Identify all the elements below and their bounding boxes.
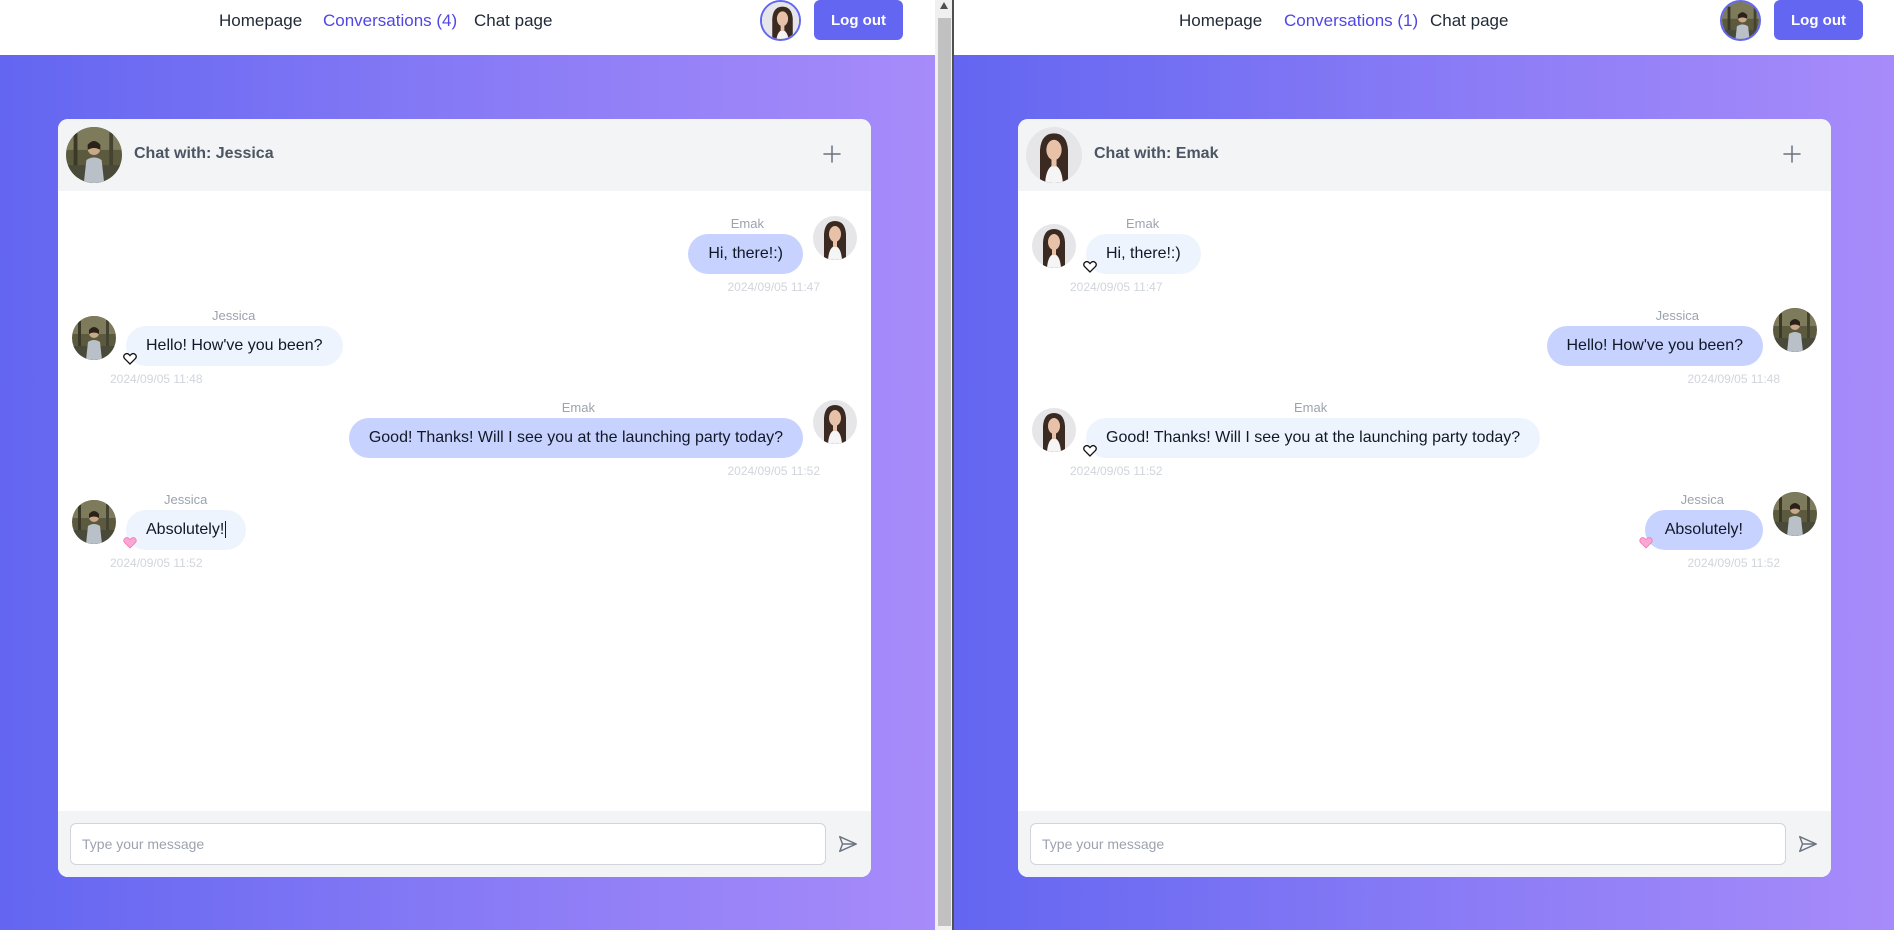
nav-conversations[interactable]: Conversations (1) — [1284, 10, 1418, 32]
send-icon[interactable] — [1797, 833, 1819, 855]
user-avatar[interactable] — [760, 0, 801, 41]
top-navbar: Homepage Conversations (1) Chat page Log… — [954, 0, 1894, 55]
nav-chat-page[interactable]: Chat page — [474, 10, 552, 32]
message-bubble: Absolutely! — [126, 510, 247, 550]
message-sender: Jessica — [1655, 308, 1699, 323]
message-timestamp: 2024/09/05 11:52 — [727, 464, 820, 478]
message-timestamp: 2024/09/05 11:47 — [727, 280, 820, 294]
top-navbar: Homepage Conversations (4) Chat page Log… — [0, 0, 935, 55]
chat-footer — [58, 811, 871, 877]
heart-icon[interactable] — [123, 352, 137, 365]
message-sender: Emak — [730, 216, 764, 231]
left-browser-pane: Homepage Conversations (4) Chat page Log… — [0, 0, 935, 930]
chat-footer — [1018, 811, 1831, 877]
message-bubble: Absolutely! — [1644, 510, 1763, 550]
chat-card: Chat with: Emak Emak Hi, there!:) 2024/0… — [1018, 119, 1831, 877]
chat-header: Chat with: Emak — [1018, 119, 1831, 191]
right-browser-pane: Homepage Conversations (1) Chat page Log… — [954, 0, 1894, 930]
message-avatar — [813, 400, 857, 444]
message-avatar — [72, 316, 116, 360]
message-sender: Jessica — [212, 308, 256, 323]
send-icon[interactable] — [837, 833, 859, 855]
user-avatar[interactable] — [1720, 0, 1761, 41]
message-sender: Emak — [561, 400, 595, 415]
chat-partner-avatar — [66, 127, 122, 183]
message-bubble: Good! Thanks! Will I see you at the laun… — [1086, 418, 1541, 458]
chat-partner-avatar — [1026, 127, 1082, 183]
message-bubble: Hello! How've you been? — [1546, 326, 1763, 366]
message-timestamp: 2024/09/05 11:52 — [1070, 464, 1163, 478]
message-bubble: Hi, there!:) — [1086, 234, 1201, 274]
message-avatar — [1773, 308, 1817, 352]
message-avatar — [813, 216, 857, 260]
scrollbar-thumb[interactable] — [938, 18, 951, 926]
scrollbar[interactable] — [935, 0, 954, 930]
logout-button[interactable]: Log out — [814, 0, 903, 40]
message-timestamp: 2024/09/05 11:52 — [110, 556, 203, 570]
message-avatar — [72, 500, 116, 544]
message-timestamp: 2024/09/05 11:48 — [110, 372, 203, 386]
plus-icon[interactable] — [821, 143, 843, 165]
message-avatar — [1032, 224, 1076, 268]
chat-title: Chat with: Emak — [1094, 145, 1219, 162]
message-bubble: Hello! How've you been? — [126, 326, 343, 366]
chat-title: Chat with: Jessica — [134, 145, 274, 162]
nav-conversations[interactable]: Conversations (4) — [323, 10, 457, 32]
nav-chat-page[interactable]: Chat page — [1430, 10, 1508, 32]
avatar-photo-emak — [1722, 2, 1761, 41]
message-input[interactable] — [1030, 823, 1786, 865]
nav-homepage[interactable]: Homepage — [219, 10, 302, 32]
heart-icon[interactable] — [1083, 260, 1097, 273]
chat-card: Chat with: Jessica Emak Hi, there!:) 202… — [58, 119, 871, 877]
heart-icon[interactable] — [1639, 536, 1653, 549]
avatar-photo-jessica — [762, 2, 801, 41]
scroll-up-arrow-icon[interactable] — [940, 2, 948, 9]
message-sender: Jessica — [164, 492, 208, 507]
message-timestamp: 2024/09/05 11:47 — [1070, 280, 1163, 294]
nav-homepage[interactable]: Homepage — [1179, 10, 1262, 32]
message-timestamp: 2024/09/05 11:52 — [1687, 556, 1780, 570]
message-text: Absolutely! — [146, 521, 225, 538]
message-timestamp: 2024/09/05 11:48 — [1687, 372, 1780, 386]
heart-icon[interactable] — [1083, 444, 1097, 457]
plus-icon[interactable] — [1781, 143, 1803, 165]
message-sender: Emak — [1294, 400, 1328, 415]
message-bubble: Hi, there!:) — [688, 234, 803, 274]
message-sender: Emak — [1126, 216, 1160, 231]
message-avatar — [1032, 408, 1076, 452]
heart-icon[interactable] — [123, 536, 137, 549]
chat-header: Chat with: Jessica — [58, 119, 871, 191]
message-avatar — [1773, 492, 1817, 536]
text-cursor — [225, 521, 227, 539]
message-input[interactable] — [70, 823, 826, 865]
logout-button[interactable]: Log out — [1774, 0, 1863, 40]
message-sender: Jessica — [1680, 492, 1724, 507]
message-bubble: Good! Thanks! Will I see you at the laun… — [348, 418, 803, 458]
